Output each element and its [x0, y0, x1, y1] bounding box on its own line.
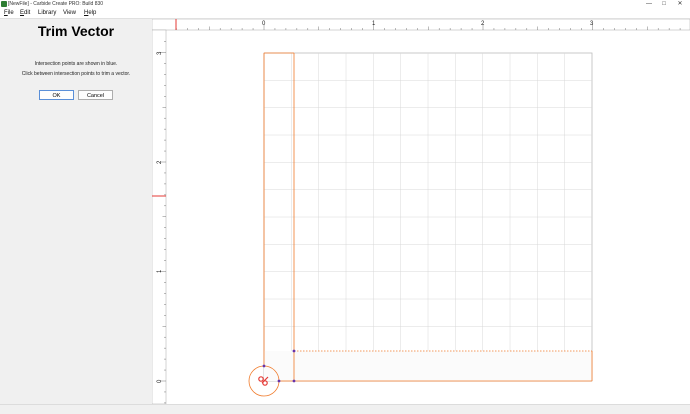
canvas-svg: 0 1 2 3 0 1 2 3	[152, 19, 690, 404]
status-bar	[0, 404, 690, 414]
trim-vector-panel: Trim Vector Intersection points are show…	[0, 19, 152, 404]
menu-library[interactable]: Library	[38, 9, 56, 18]
app-icon	[1, 1, 7, 7]
panel-title: Trim Vector	[37, 23, 115, 39]
ok-button[interactable]: OK	[39, 90, 74, 100]
cancel-button[interactable]: Cancel	[78, 90, 113, 100]
menu-bar: File Edit Library View Help	[0, 9, 690, 19]
close-button[interactable]: ✕	[673, 0, 687, 9]
instruction-text-2: Click between intersection points to tri…	[21, 71, 131, 77]
menu-help[interactable]: Help	[84, 9, 96, 18]
intersection-point[interactable]	[292, 349, 296, 353]
maximize-button[interactable]: □	[657, 0, 671, 9]
bottom-bar-fill	[264, 351, 592, 381]
minimize-button[interactable]: —	[642, 0, 656, 9]
instruction-text-1: Intersection points are shown in blue.	[34, 61, 118, 67]
horizontal-ruler	[152, 19, 690, 31]
menu-edit[interactable]: Edit	[20, 9, 30, 18]
vertical-ruler	[152, 29, 167, 404]
trim-cursor-icon	[258, 376, 269, 386]
intersection-point[interactable]	[277, 379, 281, 383]
menu-view[interactable]: View	[63, 9, 76, 18]
design-canvas[interactable]: 0 1 2 3 0 1 2 3	[152, 19, 690, 404]
menu-file[interactable]: File	[4, 9, 14, 18]
title-bar: [NewFile] - Carbide Create PRO: Build 83…	[0, 0, 690, 9]
intersection-point[interactable]	[292, 379, 296, 383]
window-title: [NewFile] - Carbide Create PRO: Build 83…	[8, 1, 104, 7]
intersection-point[interactable]	[262, 364, 266, 368]
